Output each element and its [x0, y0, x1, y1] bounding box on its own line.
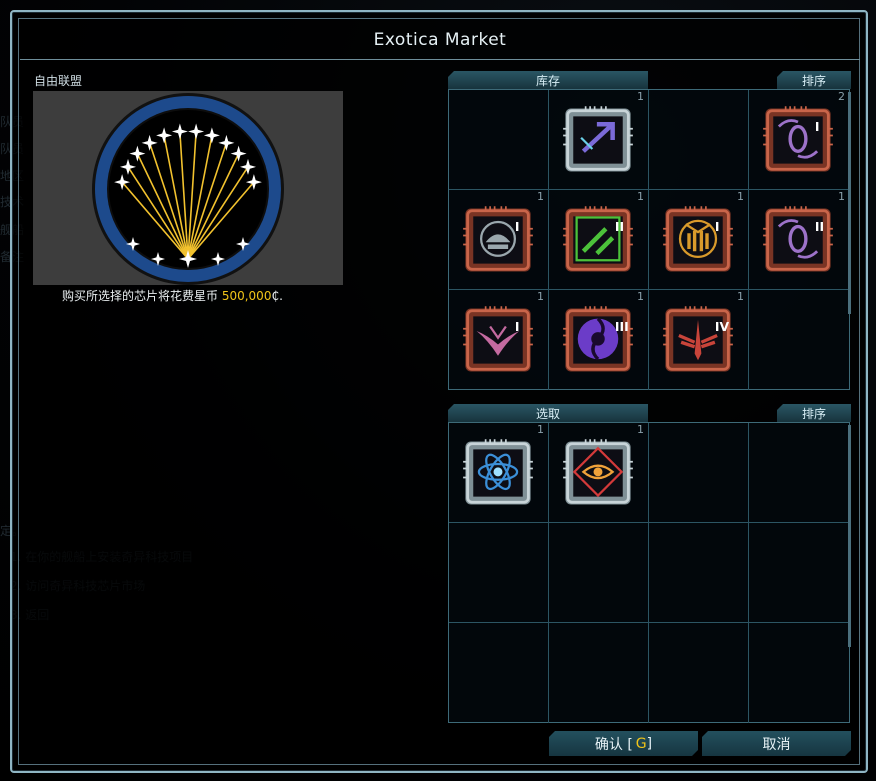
selection-slot[interactable]: [749, 523, 849, 623]
chip-count: 1: [637, 290, 644, 303]
red-wing-dagger-icon[interactable]: IV: [663, 304, 733, 380]
green-arrows-icon[interactable]: II: [563, 204, 633, 280]
selection-sort-button[interactable]: 排序: [777, 404, 851, 422]
inventory-slot[interactable]: 1: [549, 90, 649, 190]
dome-turret-icon[interactable]: I: [463, 204, 533, 280]
selection-slot[interactable]: [549, 523, 649, 623]
selection-grid: 1 1: [448, 422, 850, 723]
inventory-sort-label: 排序: [801, 73, 826, 88]
purple-swirl-icon[interactable]: III: [563, 304, 633, 380]
inventory-slot[interactable]: 1 I: [449, 190, 549, 290]
cost-unit: ₵.: [271, 289, 283, 303]
svg-text:III: III: [615, 320, 629, 334]
svg-text:II: II: [615, 220, 624, 234]
selection-slot[interactable]: [649, 623, 749, 723]
red-eye-diamond-icon[interactable]: [563, 437, 633, 513]
faction-emblem: [33, 91, 343, 285]
selection-slot[interactable]: [649, 423, 749, 523]
inventory-slot[interactable]: 1 III: [549, 290, 649, 390]
chip-count: 2: [838, 90, 845, 103]
selection-slot[interactable]: [649, 523, 749, 623]
vortex-zero-icon[interactable]: I: [763, 104, 833, 180]
selection-slot[interactable]: [449, 523, 549, 623]
svg-text:I: I: [515, 320, 520, 334]
title-bar: Exotica Market: [20, 20, 860, 60]
inventory-slot[interactable]: [449, 90, 549, 190]
selection-slot[interactable]: [549, 623, 649, 723]
tab-inventory-label: 库存: [535, 73, 560, 88]
inventory-grid: 1 2 I 1 I 1 II 1 I 1 II 1 I 1 III 1 IV: [448, 89, 850, 390]
chip-count: 1: [737, 290, 744, 303]
svg-text:I: I: [715, 220, 720, 234]
chip-count: 1: [637, 423, 644, 436]
svg-text:I: I: [815, 120, 820, 134]
confirm-close-bracket: ]: [646, 735, 653, 752]
arrow-shard-icon[interactable]: [563, 104, 633, 180]
chip-count: 1: [637, 190, 644, 203]
chip-count: 1: [637, 90, 644, 103]
window-title: Exotica Market: [373, 29, 507, 50]
tab-selection[interactable]: 选取: [448, 404, 648, 422]
cancel-button[interactable]: 取消: [702, 731, 851, 756]
chip-count: 1: [537, 290, 544, 303]
chip-count: 1: [737, 190, 744, 203]
inventory-sort-button[interactable]: 排序: [777, 71, 851, 89]
selection-sort-label: 排序: [801, 406, 826, 421]
cost-prefix: 购买所选择的芯片将花费星币: [62, 289, 222, 303]
svg-text:I: I: [515, 220, 520, 234]
inventory-slot[interactable]: 1 I: [649, 190, 749, 290]
inventory-slot[interactable]: 1 I: [449, 290, 549, 390]
chip-count: 1: [838, 190, 845, 203]
cost-line: 购买所选择的芯片将花费星币 500,000₵.: [62, 287, 283, 304]
svg-text:II: II: [815, 220, 824, 234]
cost-amount: 500,000: [221, 289, 272, 303]
inventory-slot[interactable]: [749, 290, 849, 390]
selection-slot[interactable]: [749, 623, 849, 723]
svg-text:IV: IV: [715, 320, 730, 334]
confirm-button[interactable]: 确认 [G]: [549, 731, 698, 756]
chip-count: 1: [537, 190, 544, 203]
selection-slot[interactable]: [449, 623, 549, 723]
confirm-hotkey: G: [635, 735, 647, 752]
chip-count: 1: [537, 423, 544, 436]
inventory-scrollbar[interactable]: [848, 92, 851, 314]
inventory-slot[interactable]: 1 II: [749, 190, 849, 290]
inventory-slot[interactable]: 1 IV: [649, 290, 749, 390]
missile-volley-icon[interactable]: I: [663, 204, 733, 280]
selection-slot[interactable]: 1: [549, 423, 649, 523]
selection-slot[interactable]: 1: [449, 423, 549, 523]
vortex-zero-icon[interactable]: II: [763, 204, 833, 280]
confirm-label: 确认 [: [594, 736, 633, 753]
tab-selection-label: 选取: [535, 406, 560, 421]
emblem-icon: [92, 93, 284, 285]
tab-inventory[interactable]: 库存: [448, 71, 648, 89]
selection-scrollbar[interactable]: [848, 425, 851, 647]
winged-shield-icon[interactable]: I: [463, 304, 533, 380]
faction-name: 自由联盟: [34, 74, 83, 88]
inventory-slot[interactable]: 1 II: [549, 190, 649, 290]
inventory-slot[interactable]: [649, 90, 749, 190]
atom-star-icon[interactable]: [463, 437, 533, 513]
selection-slot[interactable]: [749, 423, 849, 523]
cancel-label: 取消: [762, 736, 791, 753]
inventory-slot[interactable]: 2 I: [749, 90, 849, 190]
